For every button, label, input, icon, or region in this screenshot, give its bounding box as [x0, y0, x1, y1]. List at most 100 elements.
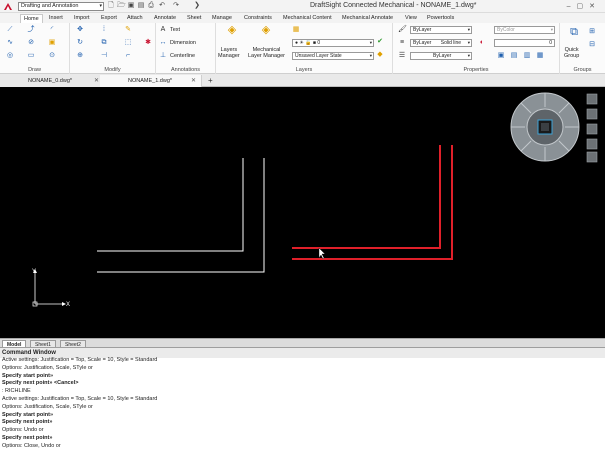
redo-icon[interactable]: ↷: [172, 2, 180, 10]
lineweight-icon[interactable]: ☰: [398, 52, 406, 60]
print-icon[interactable]: ⎙: [147, 2, 155, 10]
quick-group-button[interactable]: Quick Group: [564, 47, 579, 59]
dimension-icon[interactable]: ↔: [159, 39, 167, 47]
layer-state-icons: ● ☀ 🔓 ■: [295, 40, 318, 46]
copy-icon[interactable]: ⊕: [76, 52, 84, 60]
close-icon[interactable]: ✕: [94, 75, 99, 87]
save-as-icon[interactable]: ▤: [137, 2, 145, 10]
spline-icon[interactable]: ∿: [6, 39, 14, 47]
property-tool-icon-1[interactable]: ▣: [497, 52, 505, 60]
scale-icon[interactable]: ⬚: [124, 39, 132, 47]
command-history[interactable]: Active settings: Justification = Top, Sc…: [2, 357, 602, 451]
fill-icon[interactable]: ▣: [48, 39, 56, 47]
match-properties-icon[interactable]: 🖌: [398, 26, 407, 34]
tab-annotate[interactable]: Annotate: [151, 14, 179, 23]
mech-layer-manager-button[interactable]: Mechanical Layer Manager: [248, 47, 285, 59]
tab-manage[interactable]: Manage: [209, 14, 235, 23]
hatch-icon[interactable]: ⊘: [27, 39, 35, 47]
save-icon[interactable]: ▣: [127, 2, 135, 10]
tab-view[interactable]: View: [402, 14, 420, 23]
window-controls[interactable]: –▢✕: [567, 2, 601, 10]
tab-import[interactable]: Import: [71, 14, 93, 23]
tab-insert[interactable]: Insert: [46, 14, 66, 23]
new-file-icon[interactable]: 🗋: [107, 2, 115, 10]
line-icon[interactable]: ⟋: [6, 26, 14, 34]
tab-sheet[interactable]: Sheet: [184, 14, 204, 23]
file-tab-noname1[interactable]: NONAME_1.dwg* ✕: [100, 75, 202, 87]
quick-group-icon[interactable]: ⧉: [568, 27, 580, 40]
groups-panel-label: Groups: [573, 67, 592, 73]
arc-icon[interactable]: ◜: [48, 26, 56, 34]
trim-icon[interactable]: ⊣: [100, 52, 108, 60]
linetype-icon[interactable]: ≡: [398, 39, 406, 47]
dimension-button[interactable]: Dimension: [170, 40, 196, 46]
property-tool-icon-3[interactable]: ▥: [523, 52, 531, 60]
file-tab-noname0[interactable]: NONAME_0.dwg* ✕: [0, 75, 105, 87]
linetype-select[interactable]: ByLayer Solid line ▾: [410, 39, 472, 47]
linestyle-value: Solid line: [440, 40, 462, 46]
mirror-icon[interactable]: ⧉: [100, 39, 108, 47]
group-tool-icon[interactable]: ⊞: [588, 28, 596, 36]
tab-export[interactable]: Export: [98, 14, 120, 23]
app-logo-icon[interactable]: [3, 2, 13, 11]
lineweight-select[interactable]: ByLayer ▾: [410, 52, 472, 60]
rectangle-icon[interactable]: ▭: [27, 52, 35, 60]
white-polyline-outer[interactable]: [97, 158, 265, 273]
point-icon[interactable]: ⊙: [48, 52, 56, 60]
ungroup-icon[interactable]: ⊟: [588, 41, 596, 49]
red-richline-outer[interactable]: [292, 145, 453, 260]
polyline-icon[interactable]: ⤴: [27, 26, 35, 34]
view-cube-icon[interactable]: [510, 92, 580, 162]
close-icon[interactable]: ✕: [191, 75, 196, 87]
workspace-select[interactable]: Drafting and Annotation ▾: [18, 2, 104, 11]
undo-icon[interactable]: ↶: [158, 2, 166, 10]
properties-panel-label: Properties: [463, 67, 489, 73]
array-icon[interactable]: ⁞: [100, 26, 108, 34]
transparency-input[interactable]: 0: [494, 39, 555, 47]
new-tab-plus-icon[interactable]: +: [208, 75, 213, 87]
nav-button-1[interactable]: [586, 93, 598, 105]
layer-state-icon[interactable]: ▦: [292, 26, 300, 34]
nav-button-4[interactable]: [586, 138, 598, 150]
command-line: Options: Undo or: [2, 427, 44, 434]
tab-constraints[interactable]: Constraints: [241, 14, 275, 23]
centerline-icon[interactable]: ⊥: [159, 52, 167, 60]
color2-select[interactable]: ByColor ▾: [494, 26, 555, 34]
erase-icon[interactable]: ✎: [124, 26, 132, 34]
tab-home[interactable]: Home: [20, 14, 43, 23]
open-file-icon[interactable]: 🗁: [117, 2, 126, 10]
explode-icon[interactable]: ✱: [144, 39, 152, 47]
layer-tools-icon[interactable]: ◆: [376, 51, 384, 59]
text-button[interactable]: Text: [170, 27, 180, 33]
drawing-canvas[interactable]: X Y: [0, 87, 605, 338]
move-icon[interactable]: ✥: [76, 26, 84, 34]
tab-powertools[interactable]: Powertools: [424, 14, 457, 23]
layer-state-select[interactable]: Unsaved Layer State ▾: [292, 52, 374, 60]
property-tool-icon-2[interactable]: ▤: [510, 52, 518, 60]
check-icon[interactable]: ✔: [376, 38, 384, 46]
layer-select[interactable]: ● ☀ 🔓 ■ 0 ▾: [292, 39, 374, 47]
nav-settings-icon[interactable]: [586, 151, 598, 163]
mech-layer-manager-icon[interactable]: ◈: [260, 25, 272, 38]
current-layer: 0: [317, 40, 321, 46]
layers-manager-button[interactable]: Layers Manager: [218, 47, 240, 59]
property-tool-icon-4[interactable]: ▦: [536, 52, 544, 60]
layers-manager-icon[interactable]: ◈: [226, 25, 238, 38]
tab-mechanical-content[interactable]: Mechanical Content: [280, 14, 335, 23]
white-polyline-inner[interactable]: [97, 158, 244, 252]
red-richline-inner[interactable]: [292, 145, 441, 249]
tab-mechanical-annotate[interactable]: Mechanical Annotate: [339, 14, 396, 23]
rotate-icon[interactable]: ↻: [76, 39, 84, 47]
fillet-icon[interactable]: ⌐: [124, 52, 132, 60]
color-select[interactable]: ByLayer ▾: [410, 26, 472, 34]
nav-button-3[interactable]: [586, 123, 598, 135]
cursor-icon[interactable]: ❯: [193, 2, 201, 10]
tab-attach[interactable]: Attach: [124, 14, 146, 23]
transparency-icon[interactable]: ◐: [478, 39, 486, 47]
centerline-button[interactable]: Centerline: [170, 53, 195, 59]
text-icon[interactable]: A: [159, 26, 167, 34]
command-line: : RICHLINE: [2, 388, 31, 395]
command-line: Options: Justification, Scale, STyle or: [2, 364, 93, 371]
nav-button-2[interactable]: [586, 108, 598, 120]
circle-icon[interactable]: ◎: [6, 52, 14, 60]
